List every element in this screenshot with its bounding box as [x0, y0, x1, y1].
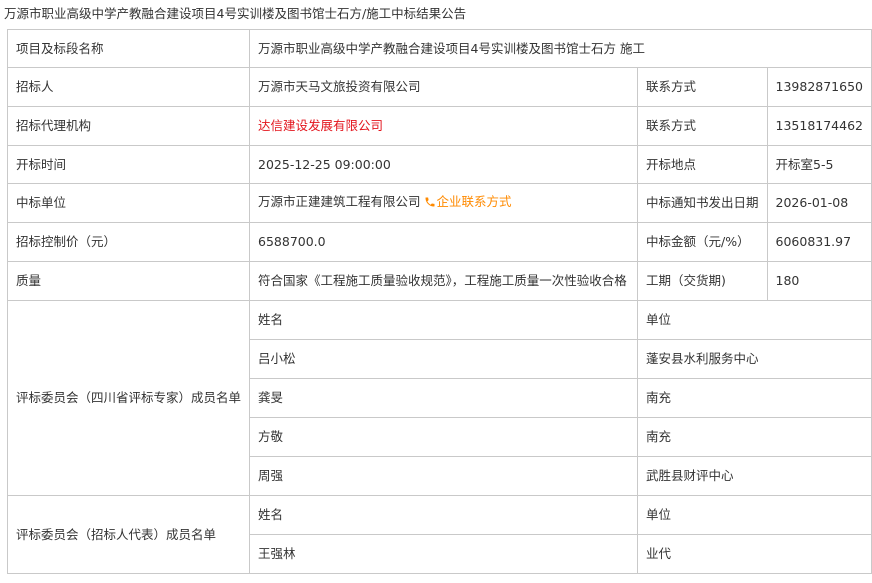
period-value: 180 — [766, 261, 872, 301]
row-tenderer: 招标人 万源市天马文旅投资有限公司 联系方式 13982871650 — [6, 67, 872, 107]
experts-col-name: 姓名 — [249, 300, 638, 340]
member-unit: 业代 — [637, 534, 872, 574]
row-project: 项目及标段名称 万源市职业高级中学产教融合建设项目4号实训楼及图书馆士石方 施工 — [6, 29, 872, 68]
award-amount-value: 6060831.97 — [766, 222, 872, 262]
notice-date-value: 2026-01-08 — [766, 183, 872, 223]
reps-header-row: 评标委员会（招标人代表）成员名单 姓名 单位 — [6, 495, 872, 574]
reps-committee-label: 评标委员会（招标人代表）成员名单 — [6, 495, 251, 574]
period-label: 工期（交货期) — [637, 261, 768, 301]
tenderer-label: 招标人 — [6, 67, 251, 107]
control-price-label: 招标控制价（元） — [6, 222, 251, 262]
quality-label: 质量 — [6, 261, 251, 301]
member-name: 吕小松 — [249, 339, 638, 379]
phone-icon — [424, 196, 436, 212]
open-time-label: 开标时间 — [6, 145, 251, 184]
member-unit: 蓬安县水利服务中心 — [637, 339, 872, 379]
row-open-time: 开标时间 2025-12-25 09:00:00 开标地点 开标室5-5 — [6, 145, 872, 184]
page-title: 万源市职业高级中学产教融合建设项目4号实训楼及图书馆士石方/施工中标结果公告 — [4, 6, 467, 21]
project-label: 项目及标段名称 — [6, 29, 251, 68]
experts-committee-label: 评标委员会（四川省评标专家）成员名单 — [6, 300, 251, 496]
agency-label: 招标代理机构 — [6, 106, 251, 146]
award-amount-label: 中标金额（元/%） — [637, 222, 768, 262]
experts-header-row: 评标委员会（四川省评标专家）成员名单 姓名 单位 — [6, 300, 872, 496]
member-name: 方敬 — [249, 417, 638, 457]
reps-col-name: 姓名 — [249, 495, 638, 535]
agency-contact-label: 联系方式 — [637, 106, 768, 146]
open-time-value: 2025-12-25 09:00:00 — [249, 145, 638, 184]
member-unit: 南充 — [637, 417, 872, 457]
member-unit: 南充 — [637, 378, 872, 418]
tenderer-value: 万源市天马文旅投资有限公司 — [249, 67, 638, 107]
member-name: 王强林 — [249, 534, 638, 574]
winner-cell: 万源市正建建筑工程有限公司 企业联系方式 — [249, 183, 638, 223]
row-price: 招标控制价（元） 6588700.0 中标金额（元/%） 6060831.97 — [6, 222, 872, 262]
reps-col-unit: 单位 — [637, 495, 872, 535]
experts-col-unit: 单位 — [637, 300, 872, 340]
tenderer-contact-label: 联系方式 — [637, 67, 768, 107]
member-name: 周强 — [249, 456, 638, 496]
agency-contact-value: 13518174462 — [766, 106, 872, 146]
winner-label: 中标单位 — [6, 183, 251, 223]
row-quality: 质量 符合国家《工程施工质量验收规范》，工程施工质量一次性验收合格 工期（交货期… — [6, 261, 872, 301]
award-result-table: 项目及标段名称 万源市职业高级中学产教融合建设项目4号实训楼及图书馆士石方 施工… — [6, 29, 872, 574]
company-contact-link[interactable]: 企业联系方式 — [437, 194, 512, 209]
agency-value: 达信建设发展有限公司 — [249, 106, 638, 146]
quality-value: 符合国家《工程施工质量验收规范》，工程施工质量一次性验收合格 — [249, 261, 638, 301]
row-agency: 招标代理机构 达信建设发展有限公司 联系方式 13518174462 — [6, 106, 872, 146]
member-name: 龚旻 — [249, 378, 638, 418]
notice-date-label: 中标通知书发出日期 — [637, 183, 768, 223]
row-winner: 中标单位 万源市正建建筑工程有限公司 企业联系方式 中标通知书发出日期 2026-… — [6, 183, 872, 223]
winner-value: 万源市正建建筑工程有限公司 — [258, 194, 421, 209]
project-value: 万源市职业高级中学产教融合建设项目4号实训楼及图书馆士石方 施工 — [249, 29, 872, 68]
tenderer-contact-value: 13982871650 — [766, 67, 872, 107]
member-unit: 武胜县财评中心 — [637, 456, 872, 496]
open-place-value: 开标室5-5 — [766, 145, 872, 184]
control-price-value: 6588700.0 — [249, 222, 638, 262]
open-place-label: 开标地点 — [637, 145, 768, 184]
